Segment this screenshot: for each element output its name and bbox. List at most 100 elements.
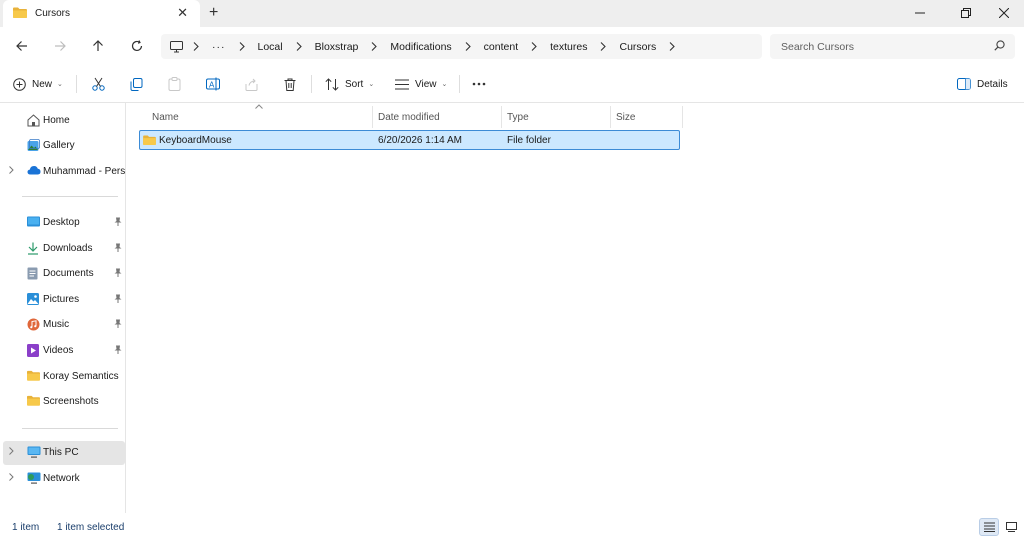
close-tab-icon[interactable]: ✕ — [177, 6, 188, 20]
sidebar-item-label: Home — [43, 115, 70, 126]
forward-button[interactable] — [49, 35, 71, 57]
column-header-label: Type — [507, 111, 529, 123]
pictures-icon — [27, 293, 39, 308]
restore-button[interactable] — [946, 3, 986, 23]
sidebar-item-koray-semantics[interactable]: Koray Semantics — [3, 365, 125, 389]
column-header-label: Size — [616, 111, 636, 123]
this-pc-icon[interactable] — [170, 40, 183, 53]
address-bar[interactable]: ··· Local Bloxstrap Modifications conten… — [161, 34, 762, 59]
sidebar-item-label: This PC — [43, 447, 79, 458]
chevron-right-icon[interactable] — [531, 42, 537, 51]
column-header-label: Date modified — [378, 111, 440, 123]
music-icon — [27, 318, 40, 334]
sort-button[interactable]: Sort ⌄ — [325, 74, 374, 94]
pin-icon[interactable] — [114, 268, 122, 280]
breadcrumb-item[interactable]: Modifications — [390, 41, 451, 53]
divider — [311, 75, 312, 93]
tiles-view-button[interactable] — [1001, 518, 1021, 536]
sidebar-item-this-pc[interactable]: This PC — [3, 441, 125, 465]
folder-icon — [27, 395, 40, 409]
more-icon — [472, 82, 486, 86]
pin-icon[interactable] — [114, 319, 122, 331]
chevron-right-icon[interactable] — [465, 42, 471, 51]
copy-button[interactable] — [130, 74, 143, 94]
plus-circle-icon — [13, 77, 26, 91]
sidebar-item-label: Koray Semantics — [43, 371, 119, 382]
minimize-button[interactable] — [900, 3, 940, 23]
breadcrumb-item[interactable]: content — [484, 41, 518, 53]
details-pane-icon — [957, 78, 971, 90]
sidebar-item-label: Downloads — [43, 243, 93, 254]
cut-button[interactable] — [92, 74, 105, 94]
breadcrumb-item[interactable]: Local — [258, 41, 283, 53]
details-button[interactable]: Details — [957, 74, 1008, 94]
item-count: 1 item — [12, 522, 40, 533]
sidebar-item-gallery[interactable]: Gallery — [3, 134, 125, 158]
tiles-view-icon — [1005, 522, 1017, 532]
paste-button[interactable] — [168, 74, 181, 94]
file-name[interactable]: KeyboardMouse — [159, 135, 232, 146]
pin-icon[interactable] — [114, 345, 122, 357]
delete-button[interactable] — [284, 74, 296, 94]
column-header-size[interactable]: Size — [610, 106, 682, 128]
sidebar-item-label: Videos — [43, 345, 74, 356]
chevron-right-icon[interactable] — [9, 473, 14, 484]
view-button[interactable]: View ⌄ — [395, 74, 447, 94]
chevron-right-icon[interactable] — [9, 166, 14, 177]
sidebar-item-pictures[interactable]: Pictures — [3, 288, 125, 312]
column-header-type[interactable]: Type — [501, 106, 610, 128]
new-tab-button[interactable]: + — [209, 4, 218, 22]
table-row[interactable]: KeyboardMouse 6/20/2026 1:14 AM File fol… — [139, 130, 680, 150]
sidebar-item-home[interactable]: Home — [3, 109, 125, 133]
sidebar-item-label: Music — [43, 319, 70, 330]
column-header-date-modified[interactable]: Date modified — [372, 106, 501, 128]
chevron-down-icon: ⌄ — [57, 81, 63, 88]
rename-button[interactable]: A — [206, 74, 220, 94]
share-button[interactable] — [245, 74, 258, 94]
gallery-icon — [27, 139, 40, 155]
search-input[interactable]: Search Cursors — [770, 34, 1015, 59]
close-window-button[interactable] — [984, 3, 1024, 23]
chevron-right-icon[interactable] — [669, 42, 676, 51]
sidebar-item-network[interactable]: Network — [3, 467, 125, 491]
back-button[interactable] — [11, 35, 33, 57]
refresh-button[interactable] — [126, 35, 148, 57]
breadcrumb-overflow[interactable]: ··· — [212, 41, 226, 53]
sidebar-item-music[interactable]: Music — [3, 313, 125, 337]
sidebar-item-screenshots[interactable]: Screenshots — [3, 390, 125, 414]
details-view-button[interactable] — [979, 518, 999, 536]
breadcrumb-current[interactable]: Cursors — [619, 41, 656, 53]
new-button[interactable]: New ⌄ — [13, 74, 63, 94]
chevron-right-icon[interactable] — [296, 42, 302, 51]
pin-icon[interactable] — [114, 243, 122, 255]
column-divider[interactable] — [682, 106, 683, 128]
sidebar-item-downloads[interactable]: Downloads — [3, 237, 125, 261]
chevron-right-icon[interactable] — [193, 42, 199, 51]
back-arrow-icon — [16, 41, 27, 51]
more-options-button[interactable] — [472, 74, 486, 94]
sidebar-item-videos[interactable]: Videos — [3, 339, 125, 363]
network-icon — [27, 472, 41, 487]
sidebar-item-label: Network — [43, 473, 80, 484]
chevron-right-icon[interactable] — [239, 42, 245, 51]
copy-icon — [130, 77, 143, 91]
this-pc-icon — [27, 446, 41, 461]
chevron-right-icon[interactable] — [371, 42, 378, 51]
chevron-right-icon[interactable] — [600, 42, 607, 51]
sidebar-item-documents[interactable]: Documents — [3, 262, 125, 286]
pin-icon[interactable] — [114, 294, 122, 306]
column-header-name[interactable]: Name — [146, 106, 372, 128]
sidebar-item-desktop[interactable]: Desktop — [3, 211, 125, 235]
breadcrumb-item[interactable]: Bloxstrap — [315, 41, 359, 53]
up-button[interactable] — [87, 35, 109, 57]
folder-icon — [27, 370, 40, 384]
tab-cursors[interactable]: Cursors ✕ — [3, 0, 200, 27]
details-view-icon — [983, 522, 995, 532]
chevron-right-icon[interactable] — [9, 447, 14, 458]
pin-icon[interactable] — [114, 217, 122, 229]
sidebar-item-onedrive[interactable]: Muhammad - Perso — [3, 160, 125, 184]
breadcrumb-item[interactable]: textures — [550, 41, 587, 53]
onedrive-cloud-icon — [27, 165, 41, 178]
search-icon[interactable] — [994, 40, 1005, 54]
folder-icon — [13, 7, 27, 21]
